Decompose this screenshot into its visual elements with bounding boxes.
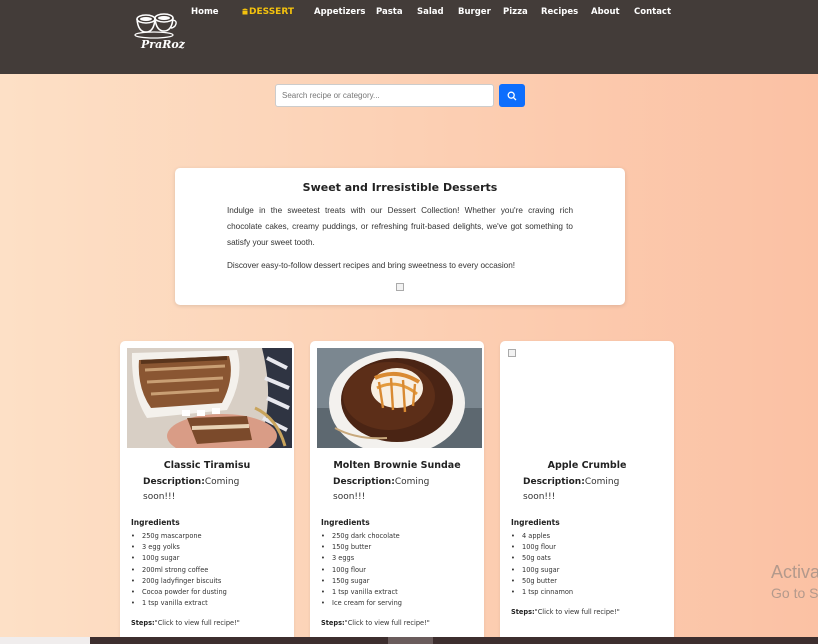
intro-paragraph-1: Indulge in the sweetest treats with our … <box>227 206 573 247</box>
steps-text: "Click to view full recipe!" <box>534 608 620 616</box>
nav-about[interactable]: About <box>591 7 620 17</box>
ingredient-item: 100g flour <box>511 542 671 553</box>
ingredient-item: 100g sugar <box>131 553 291 564</box>
brownie-sundae-image <box>317 348 482 448</box>
recipe-card-tiramisu[interactable]: Classic Tiramisu Description:Coming soon… <box>120 341 294 644</box>
card-description: Description:Coming soon!!! <box>143 475 263 505</box>
broken-image-icon <box>396 283 404 291</box>
ingredient-item: 3 egg yolks <box>131 542 291 553</box>
ingredient-item: 1 tsp cinnamon <box>511 587 671 598</box>
nav-appetizers[interactable]: Appetizers <box>314 7 365 17</box>
steps-label: Steps: <box>511 608 535 616</box>
card-description: Description:Coming soon!!! <box>333 475 453 505</box>
ingredient-item: 250g mascarpone <box>131 531 291 542</box>
recipe-card-apple-crumble[interactable]: Apple Crumble Description:Coming soon!!!… <box>500 341 674 644</box>
watermark-line-2: Go to S <box>771 585 818 601</box>
ingredients-list: 250g mascarpone 3 egg yolks 100g sugar 2… <box>131 531 291 610</box>
nav-dessert[interactable]: DESSERT <box>241 7 294 17</box>
watermark-line-1: Activa <box>771 562 818 582</box>
steps-link[interactable]: Steps:"Click to view full recipe!" <box>511 608 620 616</box>
ingredients-list: 4 apples 100g flour 50g oats 100g sugar … <box>511 531 671 598</box>
ingredients-list: 250g dark chocolate 150g butter 3 eggs 1… <box>321 531 481 610</box>
footer-strip <box>0 637 818 644</box>
brand-name: PraRoz <box>141 38 185 51</box>
description-label: Description: <box>333 477 395 487</box>
search-button[interactable] <box>499 84 525 107</box>
ingredient-item: 100g sugar <box>511 565 671 576</box>
ingredient-item: 200g ladyfinger biscuits <box>131 576 291 587</box>
ingredients-heading: Ingredients <box>511 518 560 527</box>
footer-segment <box>0 637 90 644</box>
nav-recipes[interactable]: Recipes <box>541 7 578 17</box>
footer-segment <box>388 637 433 644</box>
intro-card: Sweet and Irresistible Desserts Indulge … <box>175 168 625 305</box>
ingredient-item: 150g sugar <box>321 576 481 587</box>
ingredient-item: Cocoa powder for dusting <box>131 587 291 598</box>
ingredients-heading: Ingredients <box>131 518 180 527</box>
intro-title: Sweet and Irresistible Desserts <box>302 181 498 194</box>
ingredient-item: 3 eggs <box>321 553 481 564</box>
top-navbar: PraRoz Home DESSERT Appetizers Pasta Sal… <box>0 0 818 74</box>
card-title: Apple Crumble <box>547 460 627 471</box>
description-label: Description: <box>143 477 205 487</box>
nav-burger[interactable]: Burger <box>458 7 491 17</box>
card-description: Description:Coming soon!!! <box>523 475 643 505</box>
search-input[interactable] <box>275 84 494 107</box>
steps-text: "Click to view full recipe!" <box>154 619 240 627</box>
ingredient-item: 250g dark chocolate <box>321 531 481 542</box>
ingredient-item: Ice cream for serving <box>321 598 481 609</box>
steps-text: "Click to view full recipe!" <box>344 619 430 627</box>
ingredient-item: 200ml strong coffee <box>131 565 291 576</box>
steps-link[interactable]: Steps:"Click to view full recipe!" <box>321 619 430 627</box>
activation-watermark: Activa Go to S <box>771 562 818 601</box>
ingredient-item: 4 apples <box>511 531 671 542</box>
nav-pasta[interactable]: Pasta <box>376 7 403 17</box>
recipe-card-brownie-sundae[interactable]: Molten Brownie Sundae Description:Coming… <box>310 341 484 644</box>
ingredient-item: 1 tsp vanilla extract <box>131 598 291 609</box>
nav-salad[interactable]: Salad <box>417 7 444 17</box>
broken-image-icon <box>508 349 516 357</box>
cupcake-icon <box>242 8 248 15</box>
card-title: Molten Brownie Sundae <box>333 460 461 471</box>
ingredient-item: 50g butter <box>511 576 671 587</box>
ingredient-item: 100g flour <box>321 565 481 576</box>
ingredient-item: 1 tsp vanilla extract <box>321 587 481 598</box>
tiramisu-image <box>127 348 292 448</box>
nav-dessert-label: DESSERT <box>249 7 294 17</box>
card-title: Classic Tiramisu <box>163 460 251 471</box>
nav-contact[interactable]: Contact <box>634 7 671 17</box>
ingredient-item: 50g oats <box>511 553 671 564</box>
steps-label: Steps: <box>131 619 155 627</box>
ingredient-item: 150g butter <box>321 542 481 553</box>
ingredients-heading: Ingredients <box>321 518 370 527</box>
description-label: Description: <box>523 477 585 487</box>
steps-link[interactable]: Steps:"Click to view full recipe!" <box>131 619 240 627</box>
nav-home[interactable]: Home <box>191 7 219 17</box>
nav-pizza[interactable]: Pizza <box>503 7 528 17</box>
search-icon <box>507 91 517 100</box>
intro-paragraph-2: Discover easy-to-follow dessert recipes … <box>227 261 516 270</box>
steps-label: Steps: <box>321 619 345 627</box>
